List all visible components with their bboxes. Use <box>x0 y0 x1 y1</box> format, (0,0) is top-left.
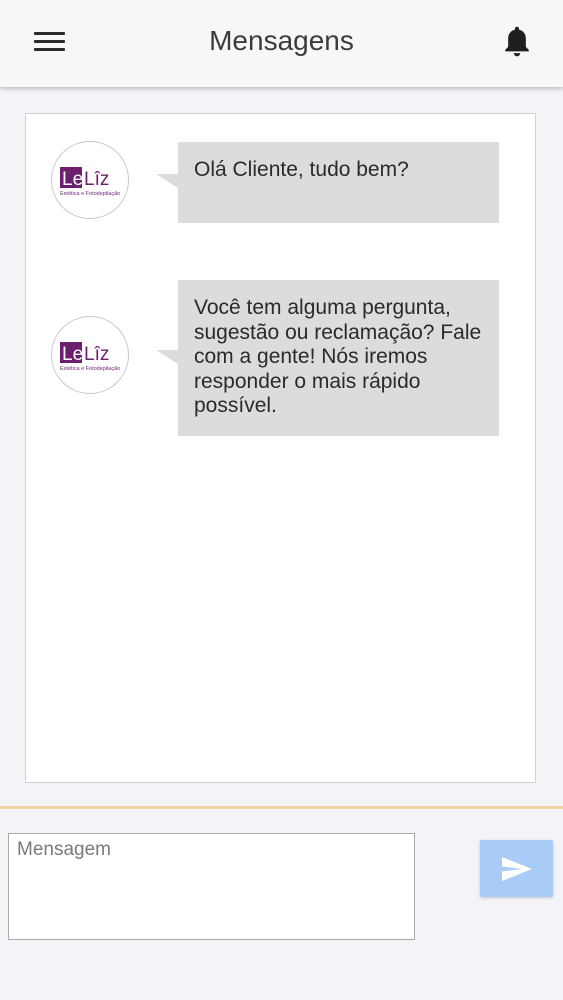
app-header: Mensagens <box>0 0 563 87</box>
logo-le: Le <box>62 169 83 190</box>
logo-tagline: Estética e Fotodepilação <box>60 191 120 197</box>
composer-divider <box>0 806 563 809</box>
message-input[interactable] <box>8 833 415 940</box>
app-screen: Mensagens Le Lîz Estética e Fotodepilaçã… <box>0 0 563 1000</box>
logo-le: Le <box>62 344 83 365</box>
leliz-logo-icon: Le Lîz Estética e Fotodepilação <box>60 167 120 197</box>
logo-liz: Lîz <box>84 344 109 365</box>
message-text: Você tem alguma pergunta, sugestão ou re… <box>194 296 482 417</box>
send-icon <box>501 856 532 881</box>
message-text: Olá Cliente, tudo bem? <box>194 158 409 181</box>
leliz-logo-icon: Le Lîz Estética e Fotodepilação <box>60 342 120 372</box>
bell-icon <box>505 26 529 57</box>
avatar: Le Lîz Estética e Fotodepilação <box>51 141 129 219</box>
send-button[interactable] <box>480 840 553 897</box>
page-title: Mensagens <box>209 25 354 56</box>
notifications-button[interactable] <box>500 24 534 60</box>
logo-tagline: Estética e Fotodepilação <box>60 366 120 372</box>
logo-liz: Lîz <box>84 169 109 190</box>
message-bubble: Você tem alguma pergunta, sugestão ou re… <box>156 280 499 436</box>
chat-panel: Le Lîz Estética e Fotodepilação Olá Clie… <box>25 113 536 783</box>
message-bubble: Olá Cliente, tudo bem? <box>156 142 499 223</box>
avatar: Le Lîz Estética e Fotodepilação <box>51 316 129 394</box>
